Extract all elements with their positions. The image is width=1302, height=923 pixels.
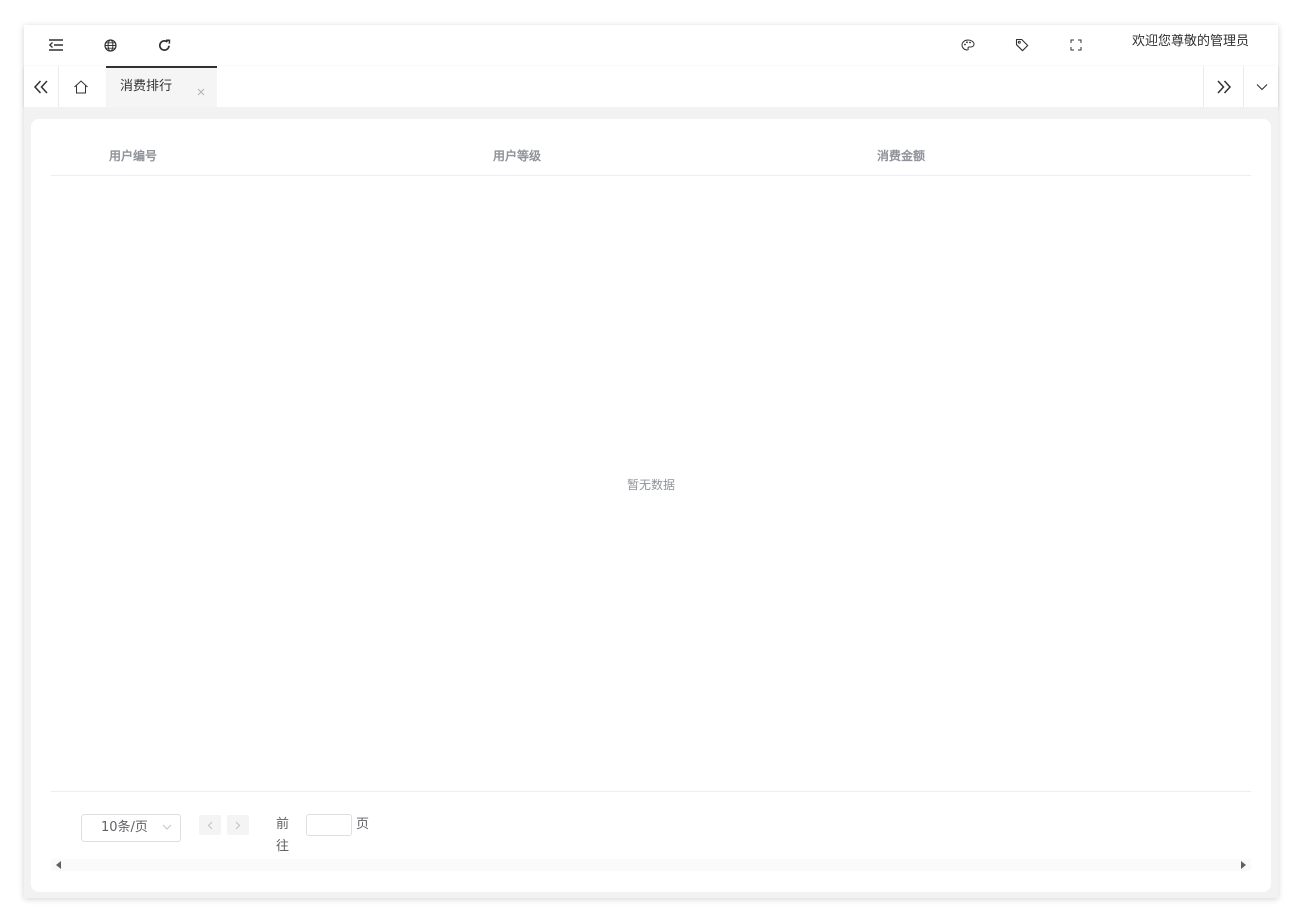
tabs-dropdown-icon[interactable]: [1243, 66, 1279, 107]
column-header-amount[interactable]: 消费金额: [877, 139, 925, 173]
table-header: 用户编号 用户等级 消费金额: [51, 139, 1251, 176]
fullscreen-icon[interactable]: [1064, 33, 1088, 57]
scroll-tabs-left-icon[interactable]: [24, 66, 59, 107]
page-size-value: 10条/页: [101, 820, 148, 835]
scroll-tabs-right-icon[interactable]: [1203, 66, 1244, 107]
chevron-down-icon: [162, 824, 172, 830]
tag-icon[interactable]: [1010, 33, 1034, 57]
empty-text: 暂无数据: [626, 478, 675, 492]
table-card: 用户编号 用户等级 消费金额 暂无数据 10条/页 前往 页: [31, 119, 1271, 892]
goto-page-input[interactable]: [306, 814, 352, 836]
next-page-button[interactable]: [227, 815, 249, 835]
horizontal-scrollbar[interactable]: [51, 859, 1251, 871]
tabs-bar: 消费排行: [24, 66, 1278, 107]
palette-icon[interactable]: [956, 33, 980, 57]
goto-label: 前往: [276, 817, 290, 854]
refresh-icon[interactable]: [152, 33, 176, 57]
chevron-right-icon: [235, 821, 241, 829]
prev-page-button[interactable]: [199, 815, 221, 835]
top-header: 欢迎您尊敬的管理员: [24, 25, 1278, 67]
tab-label: 消费排行: [120, 79, 173, 94]
menu-fold-icon[interactable]: [44, 33, 68, 57]
column-header-user-level[interactable]: 用户等级: [493, 139, 541, 173]
scroll-left-arrow-icon[interactable]: [56, 861, 61, 869]
app-window: 欢迎您尊敬的管理员 消费排行 用户编号 用户等级 消费金额 暂无数据 10条/页…: [24, 25, 1278, 898]
table-body-empty: 暂无数据: [51, 176, 1251, 792]
page-size-select[interactable]: 10条/页: [81, 814, 181, 842]
page-suffix-label: 页: [356, 817, 370, 832]
home-tab-icon[interactable]: [58, 66, 104, 107]
close-tab-icon[interactable]: [196, 82, 206, 96]
column-header-user-id[interactable]: 用户编号: [109, 139, 157, 173]
chevron-left-icon: [207, 821, 213, 829]
main-content: 用户编号 用户等级 消费金额 暂无数据 10条/页 前往 页: [24, 107, 1278, 898]
tab-consumption-ranking[interactable]: 消费排行: [106, 66, 217, 107]
scroll-right-arrow-icon[interactable]: [1241, 861, 1246, 869]
welcome-user-menu[interactable]: 欢迎您尊敬的管理员: [1132, 25, 1249, 66]
globe-icon[interactable]: [98, 33, 122, 57]
